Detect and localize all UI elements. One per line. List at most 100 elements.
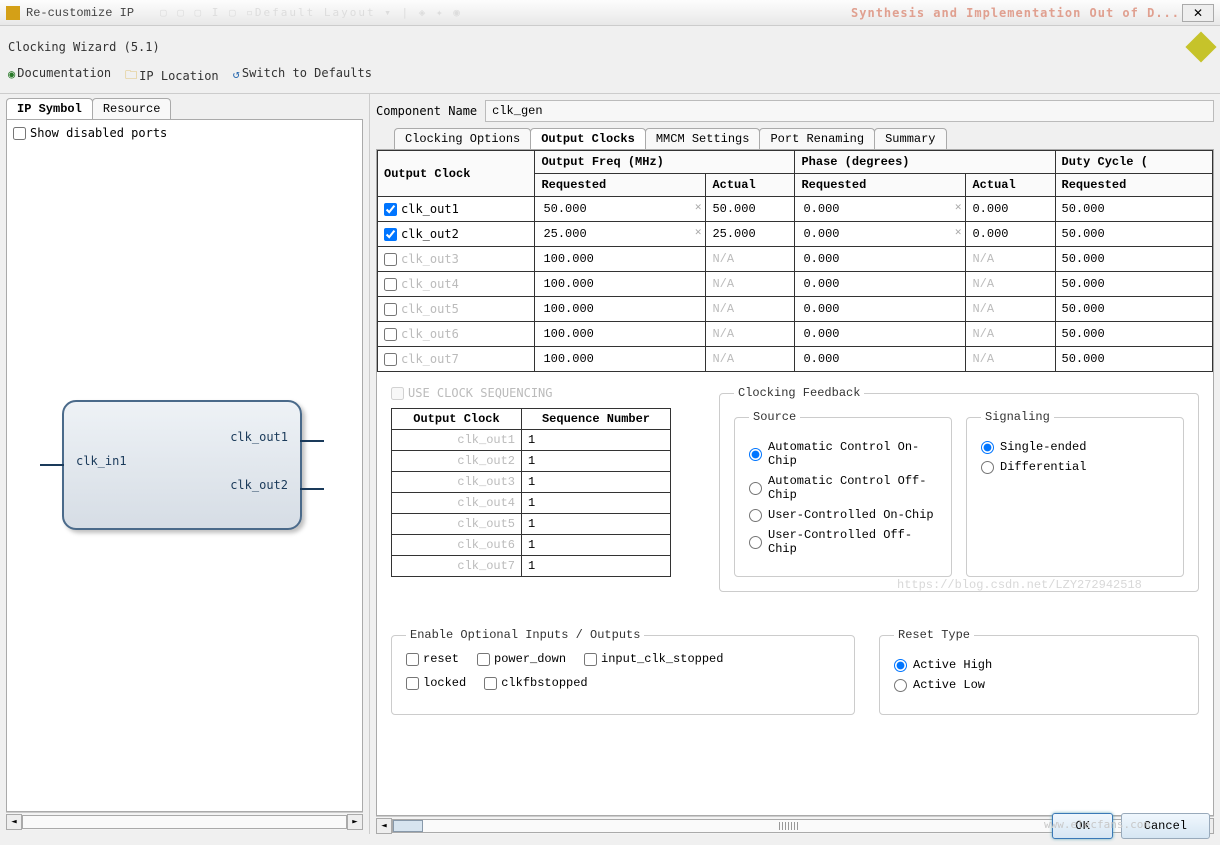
ip-symbol-block: clk_in1 clk_out1 clk_out2 xyxy=(62,400,302,530)
clk-enable-checkbox[interactable]: clk_out5 xyxy=(384,302,528,316)
port-clk-in1: clk_in1 xyxy=(76,454,127,468)
port-clk-out1: clk_out1 xyxy=(230,430,288,444)
sequence-table: Output ClockSequence Number clk_out11clk… xyxy=(391,408,671,577)
source-option[interactable]: User-Controlled Off-Chip xyxy=(749,528,937,556)
freq-actual: N/A xyxy=(706,322,795,347)
freq-actual: N/A xyxy=(706,272,795,297)
phase-actual: N/A xyxy=(966,247,1055,272)
clear-icon[interactable]: ✕ xyxy=(955,225,962,238)
component-name-input[interactable] xyxy=(485,100,1214,122)
optional-io-checkbox[interactable]: power_down xyxy=(477,652,566,666)
freq-requested-input[interactable] xyxy=(541,351,636,367)
tab-summary[interactable]: Summary xyxy=(874,128,946,149)
window-title: Re-customize IP xyxy=(26,6,134,20)
tab-resource[interactable]: Resource xyxy=(92,98,172,119)
clear-icon[interactable]: ✕ xyxy=(955,200,962,213)
seq-number[interactable]: 1 xyxy=(522,430,671,451)
freq-requested-input[interactable] xyxy=(541,201,636,217)
freq-actual: N/A xyxy=(706,347,795,372)
left-horizontal-scrollbar[interactable]: ◄► xyxy=(6,812,363,830)
phase-actual: N/A xyxy=(966,347,1055,372)
seq-number[interactable]: 1 xyxy=(522,535,671,556)
seq-row: clk_out51 xyxy=(392,514,671,535)
reset-option[interactable]: Active Low xyxy=(894,678,1184,692)
tab-output-clocks[interactable]: Output Clocks xyxy=(530,128,646,149)
source-option[interactable]: User-Controlled On-Chip xyxy=(749,508,937,522)
freq-actual: 25.000 xyxy=(706,222,795,247)
source-option[interactable]: Automatic Control On-Chip xyxy=(749,440,937,468)
ip-location-link[interactable]: 🗀IP Location xyxy=(125,66,219,87)
phase-requested-input[interactable] xyxy=(801,201,896,217)
reset-option[interactable]: Active High xyxy=(894,658,1184,672)
phase-actual: N/A xyxy=(966,297,1055,322)
output-clocks-table: Output Clock Output Freq (MHz) Phase (de… xyxy=(377,150,1213,372)
freq-requested-input[interactable] xyxy=(541,326,636,342)
optional-io-checkbox[interactable]: clkfbstopped xyxy=(484,676,587,690)
clear-icon[interactable]: ✕ xyxy=(695,225,702,238)
freq-actual: 50.000 xyxy=(706,197,795,222)
documentation-link[interactable]: ◉Documentation xyxy=(8,66,111,87)
optional-io-group: Enable Optional Inputs / Outputs reset p… xyxy=(391,628,855,715)
clk-row: clk_out2✕25.000✕0.00050.000 xyxy=(378,222,1213,247)
signaling-option[interactable]: Single-ended xyxy=(981,440,1169,454)
seq-number[interactable]: 1 xyxy=(522,451,671,472)
tab-ip-symbol[interactable]: IP Symbol xyxy=(6,98,93,119)
seq-row: clk_out11 xyxy=(392,430,671,451)
phase-actual: 0.000 xyxy=(966,197,1055,222)
right-tabs: Clocking Options Output Clocks MMCM Sett… xyxy=(394,128,1214,149)
phase-requested-input[interactable] xyxy=(801,351,896,367)
clk-enable-checkbox[interactable]: clk_out7 xyxy=(384,352,528,366)
tab-clocking-options[interactable]: Clocking Options xyxy=(394,128,531,149)
tab-port-renaming[interactable]: Port Renaming xyxy=(759,128,875,149)
freq-requested-input[interactable] xyxy=(541,276,636,292)
background-toolbar: ▢ ▢ ▢ I ▢ ▫Default Layout ▾ | ◈ ✦ ◉ xyxy=(160,6,462,19)
clk-enable-checkbox[interactable]: clk_out1 xyxy=(384,202,528,216)
source-option[interactable]: Automatic Control Off-Chip xyxy=(749,474,937,502)
left-tabs: IP Symbol Resource xyxy=(6,98,363,119)
freq-actual: N/A xyxy=(706,297,795,322)
seq-number[interactable]: 1 xyxy=(522,514,671,535)
clk-enable-checkbox[interactable]: clk_out3 xyxy=(384,252,528,266)
close-button[interactable]: ✕ xyxy=(1182,4,1214,22)
switch-defaults-link[interactable]: ↺Switch to Defaults xyxy=(233,66,372,87)
signaling-option[interactable]: Differential xyxy=(981,460,1169,474)
seq-number[interactable]: 1 xyxy=(522,556,671,577)
clk-enable-checkbox[interactable]: clk_out6 xyxy=(384,327,528,341)
optional-io-checkbox[interactable]: reset xyxy=(406,652,459,666)
duty-requested: 50.000 xyxy=(1055,272,1213,297)
phase-requested-input[interactable] xyxy=(801,226,896,242)
phase-requested-input[interactable] xyxy=(801,326,896,342)
app-icon xyxy=(6,6,20,20)
tab-mmcm-settings[interactable]: MMCM Settings xyxy=(645,128,761,149)
seq-row: clk_out21 xyxy=(392,451,671,472)
wizard-title: Clocking Wizard (5.1) xyxy=(0,26,1220,62)
phase-requested-input[interactable] xyxy=(801,301,896,317)
duty-requested: 50.000 xyxy=(1055,322,1213,347)
titlebar: Re-customize IP ▢ ▢ ▢ I ▢ ▫Default Layou… xyxy=(0,0,1220,26)
cancel-button[interactable]: Cancel xyxy=(1121,813,1210,839)
duty-requested: 50.000 xyxy=(1055,347,1213,372)
optional-io-checkbox[interactable]: locked xyxy=(406,676,466,690)
duty-requested: 50.000 xyxy=(1055,197,1213,222)
clk-enable-checkbox[interactable]: clk_out4 xyxy=(384,277,528,291)
seq-row: clk_out61 xyxy=(392,535,671,556)
clk-row: clk_out6N/AN/A50.000 xyxy=(378,322,1213,347)
clear-icon[interactable]: ✕ xyxy=(695,200,702,213)
optional-io-checkbox[interactable]: input_clk_stopped xyxy=(584,652,723,666)
clk-row: clk_out3N/AN/A50.000 xyxy=(378,247,1213,272)
seq-number[interactable]: 1 xyxy=(522,493,671,514)
vendor-logo-icon xyxy=(1185,31,1216,62)
show-disabled-ports-checkbox[interactable]: Show disabled ports xyxy=(13,126,356,140)
reset-type-group: Reset Type Active High Active Low xyxy=(879,628,1199,715)
use-clock-sequencing-checkbox[interactable]: USE CLOCK SEQUENCING xyxy=(391,386,691,400)
ok-button[interactable]: OK xyxy=(1052,813,1112,839)
phase-requested-input[interactable] xyxy=(801,276,896,292)
seq-row: clk_out71 xyxy=(392,556,671,577)
seq-number[interactable]: 1 xyxy=(522,472,671,493)
freq-requested-input[interactable] xyxy=(541,251,636,267)
freq-requested-input[interactable] xyxy=(541,301,636,317)
signaling-group: Signaling Single-ended Differential xyxy=(966,410,1184,577)
phase-requested-input[interactable] xyxy=(801,251,896,267)
clk-enable-checkbox[interactable]: clk_out2 xyxy=(384,227,528,241)
freq-requested-input[interactable] xyxy=(541,226,636,242)
